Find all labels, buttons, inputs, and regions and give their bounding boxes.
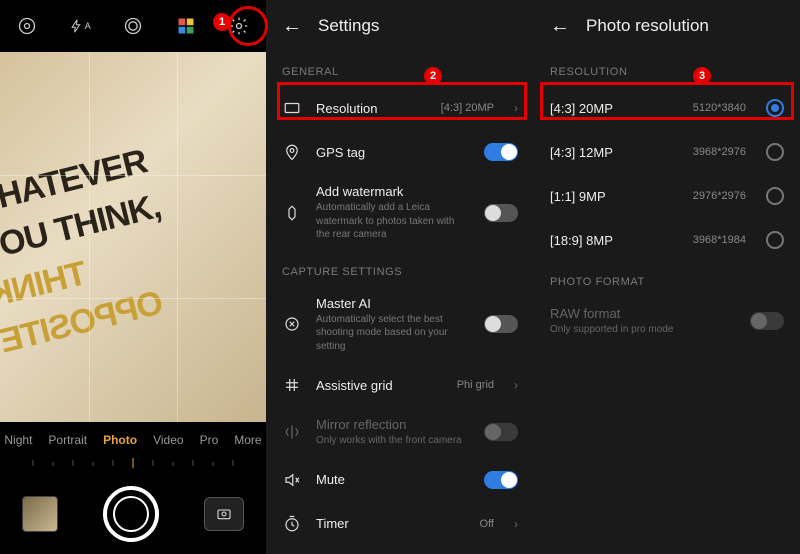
row-value: Off — [480, 518, 494, 530]
gear-icon[interactable] — [228, 15, 250, 37]
eye-icon[interactable] — [16, 15, 38, 37]
chevron-right-icon: › — [514, 517, 518, 531]
row-gps[interactable]: GPS tag — [266, 130, 534, 174]
row-sub: Automatically add a Leica watermark to p… — [316, 201, 470, 242]
res-option-0[interactable]: [4:3] 20MP 5120*3840 — [534, 86, 800, 130]
flash-icon[interactable]: A — [69, 15, 91, 37]
row-label: Resolution — [316, 101, 427, 116]
switch-camera-button[interactable] — [204, 497, 244, 531]
gallery-thumbnail[interactable] — [22, 496, 58, 532]
row-masterai[interactable]: Master AI Automatically select the best s… — [266, 286, 534, 364]
radio-2[interactable] — [766, 187, 784, 205]
row-dim: 3968*1984 — [693, 234, 746, 246]
grid-line — [0, 175, 266, 176]
mirror-icon — [282, 422, 302, 442]
section-photoformat: PHOTO FORMAT — [534, 262, 800, 296]
row-dim: 5120*3840 — [693, 102, 746, 114]
row-watermark[interactable]: Add watermark Automatically add a Leica w… — [266, 174, 534, 252]
row-dim: 2976*2976 — [693, 190, 746, 202]
radio-1[interactable] — [766, 143, 784, 161]
settings-screen: ← Settings GENERAL Resolution [4:3] 20MP… — [266, 0, 534, 554]
row-label: Timer — [316, 516, 466, 531]
grid-icon — [282, 375, 302, 395]
camera-topbar: A — [0, 0, 266, 52]
mode-portrait[interactable]: Portrait — [48, 433, 87, 447]
row-label: GPS tag — [316, 145, 470, 160]
res-option-1[interactable]: [4:3] 12MP 3968*2976 — [534, 130, 800, 174]
rectangle-icon — [282, 98, 302, 118]
camera-viewfinder[interactable]: WHATEVER YOU THINK, THINK OPPOSITE — [0, 52, 266, 422]
row-timer[interactable]: Timer Off › — [266, 502, 534, 546]
toggle-gps[interactable] — [484, 143, 518, 161]
photores-header: ← Photo resolution — [534, 0, 800, 52]
chevron-right-icon: › — [514, 101, 518, 115]
row-label: Add watermark — [316, 184, 470, 199]
section-resolution: RESOLUTION — [534, 52, 800, 86]
toggle-masterai[interactable] — [484, 315, 518, 333]
row-label: [4:3] 12MP — [550, 145, 679, 160]
row-sub: Automatically select the best shooting m… — [316, 313, 470, 354]
row-label: [4:3] 20MP — [550, 101, 679, 116]
row-sub: Only works with the front camera — [316, 434, 470, 448]
camera-modes: Night Portrait Photo Video Pro More — [0, 424, 266, 456]
mode-more[interactable]: More — [234, 433, 261, 447]
grid-line — [0, 298, 266, 299]
row-label: RAW format — [550, 306, 736, 321]
mute-icon — [282, 470, 302, 490]
radio-0[interactable] — [766, 99, 784, 117]
ai-icon — [282, 314, 302, 334]
camera-bottombar — [0, 474, 266, 554]
row-value: Phi grid — [457, 379, 494, 391]
mode-pro[interactable]: Pro — [200, 433, 219, 447]
google-lens-icon[interactable] — [175, 15, 197, 37]
settings-header: ← Settings — [266, 0, 534, 52]
row-sub: Only supported in pro mode — [550, 323, 736, 337]
row-mirror: Mirror reflection Only works with the fro… — [266, 407, 534, 458]
row-label: [18:9] 8MP — [550, 233, 679, 248]
page-title: Settings — [318, 16, 379, 36]
row-label: Mute — [316, 472, 470, 487]
timer-icon — [282, 514, 302, 534]
camera-screen: A WHATEVER YOU THINK, THINK OPPOSITE Nig… — [0, 0, 266, 554]
section-capture: CAPTURE SETTINGS — [266, 252, 534, 286]
shutter-button[interactable] — [103, 486, 159, 542]
page-title: Photo resolution — [586, 16, 709, 36]
photo-resolution-screen: ← Photo resolution RESOLUTION [4:3] 20MP… — [534, 0, 800, 554]
mode-photo[interactable]: Photo — [103, 433, 137, 447]
res-option-3[interactable]: [18:9] 8MP 3968*1984 — [534, 218, 800, 262]
watermark-icon — [282, 203, 302, 223]
chevron-right-icon: › — [514, 378, 518, 392]
toggle-mute[interactable] — [484, 471, 518, 489]
back-button[interactable]: ← — [282, 15, 302, 38]
grid-line — [89, 52, 90, 422]
radio-3[interactable] — [766, 231, 784, 249]
row-raw: RAW format Only supported in pro mode — [534, 296, 800, 347]
viewfinder-content: WHATEVER YOU THINK, THINK OPPOSITE — [0, 52, 266, 422]
mode-video[interactable]: Video — [153, 433, 183, 447]
row-label: Assistive grid — [316, 378, 443, 393]
row-mute[interactable]: Mute — [266, 458, 534, 502]
row-label: Mirror reflection — [316, 417, 470, 432]
toggle-watermark[interactable] — [484, 204, 518, 222]
row-audio[interactable]: Audio control Off › — [266, 546, 534, 554]
aperture-icon[interactable] — [122, 15, 144, 37]
row-label: Master AI — [316, 296, 470, 311]
back-button[interactable]: ← — [550, 15, 570, 38]
mode-ticks — [0, 458, 266, 470]
location-icon — [282, 142, 302, 162]
row-resolution[interactable]: Resolution [4:3] 20MP › — [266, 86, 534, 130]
res-option-2[interactable]: [1:1] 9MP 2976*2976 — [534, 174, 800, 218]
row-value: [4:3] 20MP — [441, 102, 494, 114]
toggle-raw — [750, 312, 784, 330]
row-label: [1:1] 9MP — [550, 189, 679, 204]
mode-night[interactable]: Night — [4, 433, 32, 447]
grid-line — [177, 52, 178, 422]
row-dim: 3968*2976 — [693, 146, 746, 158]
row-grid[interactable]: Assistive grid Phi grid › — [266, 363, 534, 407]
toggle-mirror — [484, 423, 518, 441]
section-general: GENERAL — [266, 52, 534, 86]
